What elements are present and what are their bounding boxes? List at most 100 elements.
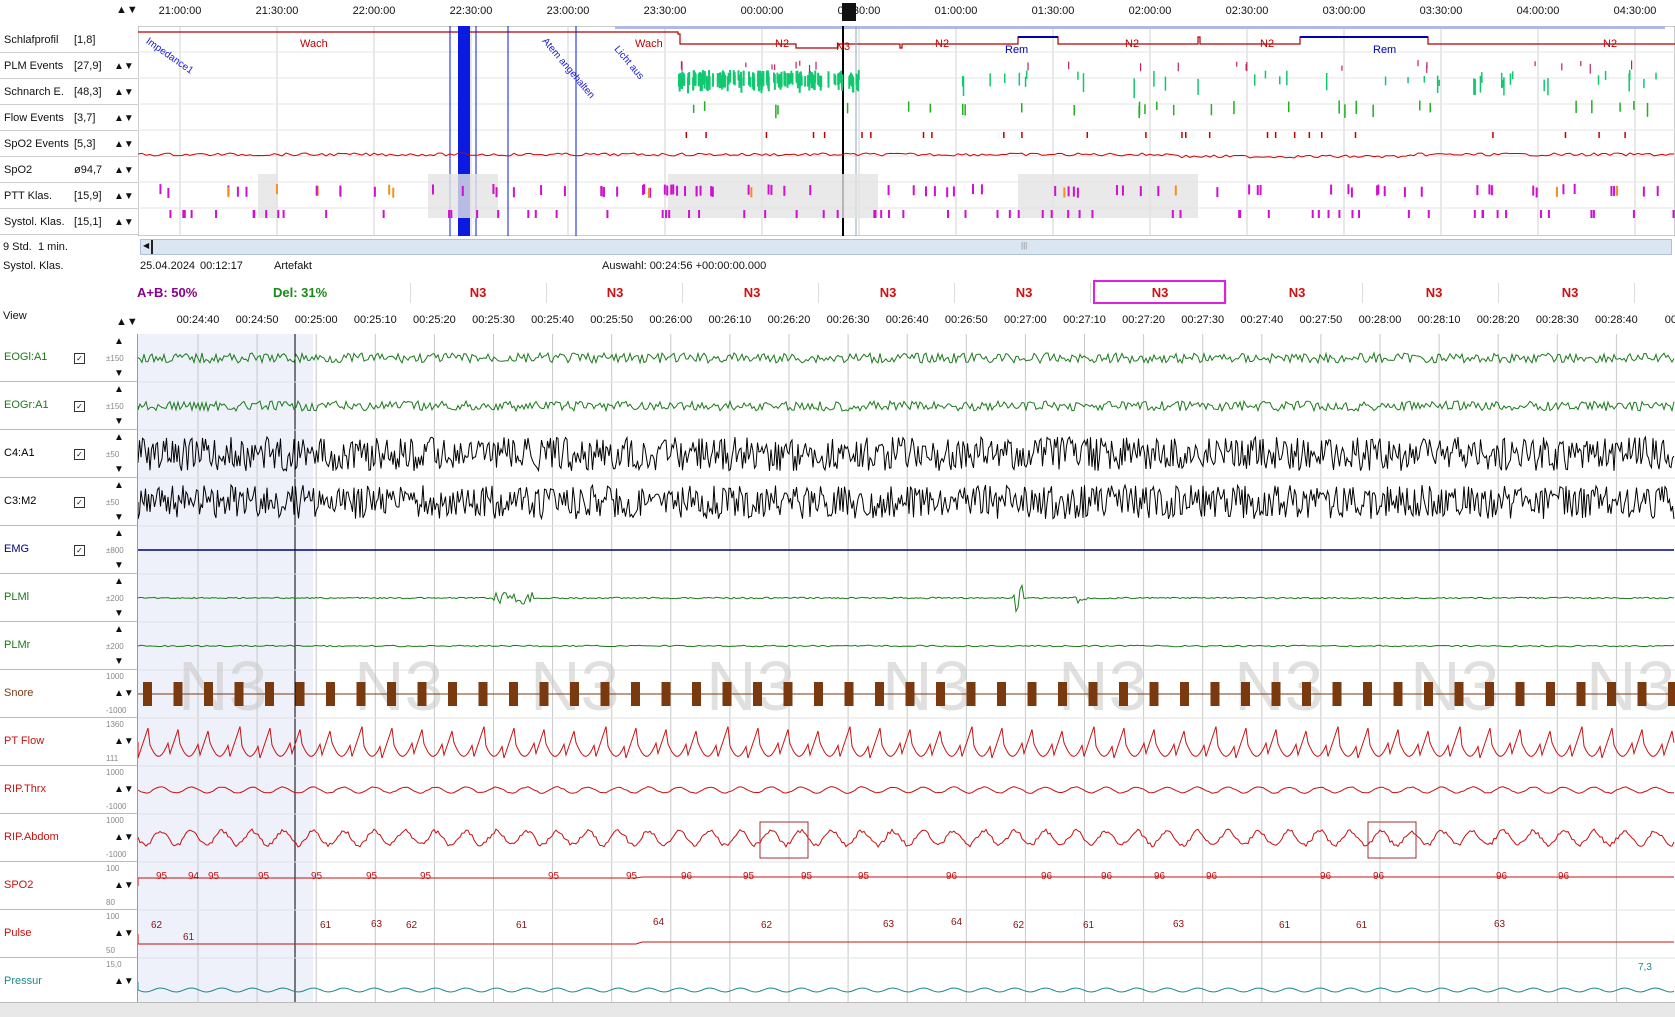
overview-toggle-button[interactable]: ▲▼: [116, 4, 138, 16]
view-time-tick: 00:25:30: [472, 314, 515, 326]
pulse-value: 62: [151, 920, 163, 931]
channel-visibility-checkbox[interactable]: ✓: [74, 545, 85, 556]
scale-down-icon[interactable]: ▼: [114, 608, 124, 619]
row-sort-icon[interactable]: ▲▼: [114, 158, 134, 183]
hypnogram-label: N2: [1125, 38, 1140, 50]
channel-label-pressur[interactable]: Pressur 15,0 ▲▼: [0, 958, 138, 1006]
bottom-scrollbar[interactable]: [0, 1002, 1675, 1017]
scale-adjust-icon[interactable]: ▲▼: [114, 976, 134, 987]
pulse-value: 62: [406, 920, 418, 931]
overview-row-count: [27,9]: [74, 60, 102, 72]
interval-label[interactable]: 1 min.: [38, 241, 68, 253]
stage-epoch-label[interactable]: N3: [607, 285, 624, 300]
overview-row-plm-events[interactable]: PLM Events [27,9] ▲▼: [0, 54, 138, 79]
stage-epoch-label[interactable]: N3: [880, 285, 897, 300]
channel-scale: ±200: [106, 594, 124, 603]
channel-label-plmr[interactable]: PLMr ±200 ▲ ▼: [0, 622, 138, 670]
scale-down-icon[interactable]: ▼: [114, 416, 124, 427]
duration-label[interactable]: 9 Std.: [3, 241, 32, 253]
row-sort-icon[interactable]: ▲▼: [114, 184, 134, 209]
pressure-value: 7,3: [1638, 962, 1652, 973]
row-sort-icon[interactable]: ▲▼: [114, 132, 134, 157]
spo2-value: 96: [1320, 871, 1332, 882]
overview-row-name: Flow Events: [4, 112, 64, 124]
scale-adjust-icon[interactable]: ▲▼: [114, 880, 134, 891]
view-time-tick: 00:27:20: [1122, 314, 1166, 326]
view-time-tick: 00:25:00: [294, 314, 338, 326]
overview-time-tick: 22:30:00: [449, 5, 493, 17]
row-sort-icon[interactable]: ▲▼: [114, 54, 134, 79]
overview-row-flow-events[interactable]: Flow Events [3,7] ▲▼: [0, 106, 138, 131]
scale-up-icon[interactable]: ▲: [114, 576, 124, 587]
pulse-value: 64: [653, 917, 665, 928]
stage-epoch-label[interactable]: N3: [1562, 285, 1579, 300]
scale-down-icon[interactable]: ▼: [114, 656, 124, 667]
stage-epoch-label[interactable]: N3: [1426, 285, 1443, 300]
overview-scrollbar[interactable]: ◀ |||: [140, 239, 1672, 255]
view-time-tick: 00:26:50: [944, 314, 988, 326]
stage-epoch-label[interactable]: N3: [1016, 285, 1033, 300]
scale-adjust-icon[interactable]: ▲▼: [114, 688, 134, 699]
scroll-left-icon[interactable]: ◀: [143, 241, 149, 250]
selected-epoch-box[interactable]: [1093, 280, 1226, 304]
scale-up-icon[interactable]: ▲: [114, 528, 124, 539]
channel-visibility-checkbox[interactable]: ✓: [74, 353, 85, 364]
overview-row-count: [1,8]: [74, 34, 96, 46]
scale-up-icon[interactable]: ▲: [114, 432, 124, 443]
channel-label-pt-flow[interactable]: PT Flow 1360 111 ▲▼: [0, 718, 138, 766]
overview-row-systol-klas-[interactable]: Systol. Klas. [15,1] ▲▼: [0, 210, 138, 235]
channel-label-snore[interactable]: Snore 1000 -1000 ▲▼: [0, 670, 138, 718]
view-toggle-button[interactable]: ▲▼: [116, 316, 138, 328]
overview-row-ptt-klas-[interactable]: PTT Klas. [15,9] ▲▼: [0, 184, 138, 209]
overview-row-spo2-events[interactable]: SpO2 Events [5,3] ▲▼: [0, 132, 138, 157]
stage-epoch-label[interactable]: N3: [1289, 285, 1306, 300]
stage-epoch-label[interactable]: N3: [744, 285, 761, 300]
channel-label-spo2[interactable]: SPO2 100 80 ▲▼: [0, 862, 138, 910]
view-time-tick: 00:28:00: [1358, 314, 1402, 326]
overview-cursor-marker[interactable]: [842, 3, 856, 21]
spo2-value: 95: [208, 871, 220, 882]
channel-label-c3-m2[interactable]: C3:M2 ✓ ±50 ▲ ▼: [0, 478, 138, 526]
scale-up-icon[interactable]: ▲: [114, 624, 124, 635]
overview-row-schnarch-e-[interactable]: Schnarch E. [48,3] ▲▼: [0, 80, 138, 105]
scale-adjust-icon[interactable]: ▲▼: [114, 784, 134, 795]
overview-row-schlafprofil[interactable]: Schlafprofil [1,8]: [0, 28, 138, 53]
scale-adjust-icon[interactable]: ▲▼: [114, 832, 134, 843]
channel-label-pulse[interactable]: Pulse 100 50 ▲▼: [0, 910, 138, 958]
scale-adjust-icon[interactable]: ▲▼: [114, 928, 134, 939]
scale-adjust-icon[interactable]: ▲▼: [114, 736, 134, 747]
channel-name: EMG: [4, 543, 30, 555]
pulse-value: 61: [1279, 920, 1291, 931]
channel-label-c4-a1[interactable]: C4:A1 ✓ ±50 ▲ ▼: [0, 430, 138, 478]
scale-down-icon[interactable]: ▼: [114, 512, 124, 523]
row-sort-icon[interactable]: ▲▼: [114, 80, 134, 105]
scale-down-icon[interactable]: ▼: [114, 464, 124, 475]
scale-down-icon[interactable]: ▼: [114, 560, 124, 571]
spo2-value: 95: [366, 871, 378, 882]
stage-epoch-label[interactable]: N3: [470, 285, 487, 300]
row-sort-icon[interactable]: ▲▼: [114, 106, 134, 131]
channel-visibility-checkbox[interactable]: ✓: [74, 401, 85, 412]
channel-label-eogl-a1[interactable]: EOGl:A1 ✓ ±150 ▲ ▼: [0, 334, 138, 382]
scale-up-icon[interactable]: ▲: [114, 480, 124, 491]
scale-down-icon[interactable]: ▼: [114, 368, 124, 379]
scroll-thumb[interactable]: [151, 240, 153, 254]
channel-label-emg[interactable]: EMG ✓ ±800 ▲ ▼: [0, 526, 138, 574]
channel-label-rip-abdom[interactable]: RIP.Abdom 1000 -1000 ▲▼: [0, 814, 138, 862]
channel-name: EOGl:A1: [4, 351, 48, 363]
overview-plot[interactable]: [138, 26, 1675, 236]
channel-visibility-checkbox[interactable]: ✓: [74, 497, 85, 508]
channel-label-plml[interactable]: PLMl ±200 ▲ ▼: [0, 574, 138, 622]
channel-name: C4:A1: [4, 447, 35, 459]
channel-label-eogr-a1[interactable]: EOGr:A1 ✓ ±150 ▲ ▼: [0, 382, 138, 430]
overview-row-spo2[interactable]: SpO2 ø94,7 ▲▼: [0, 158, 138, 183]
channel-label-rip-thrx[interactable]: RIP.Thrx 1000 -1000 ▲▼: [0, 766, 138, 814]
overview-time-tick: 01:00:00: [934, 5, 978, 17]
pulse-value: 64: [951, 917, 963, 928]
channel-visibility-checkbox[interactable]: ✓: [74, 449, 85, 460]
signal-plot[interactable]: N3N3N3N3N3N3N3N3N39594959595959595959695…: [138, 334, 1675, 1002]
scale-up-icon[interactable]: ▲: [114, 384, 124, 395]
channel-name: RIP.Thrx: [4, 783, 46, 795]
row-sort-icon[interactable]: ▲▼: [114, 210, 134, 235]
scale-up-icon[interactable]: ▲: [114, 336, 124, 347]
